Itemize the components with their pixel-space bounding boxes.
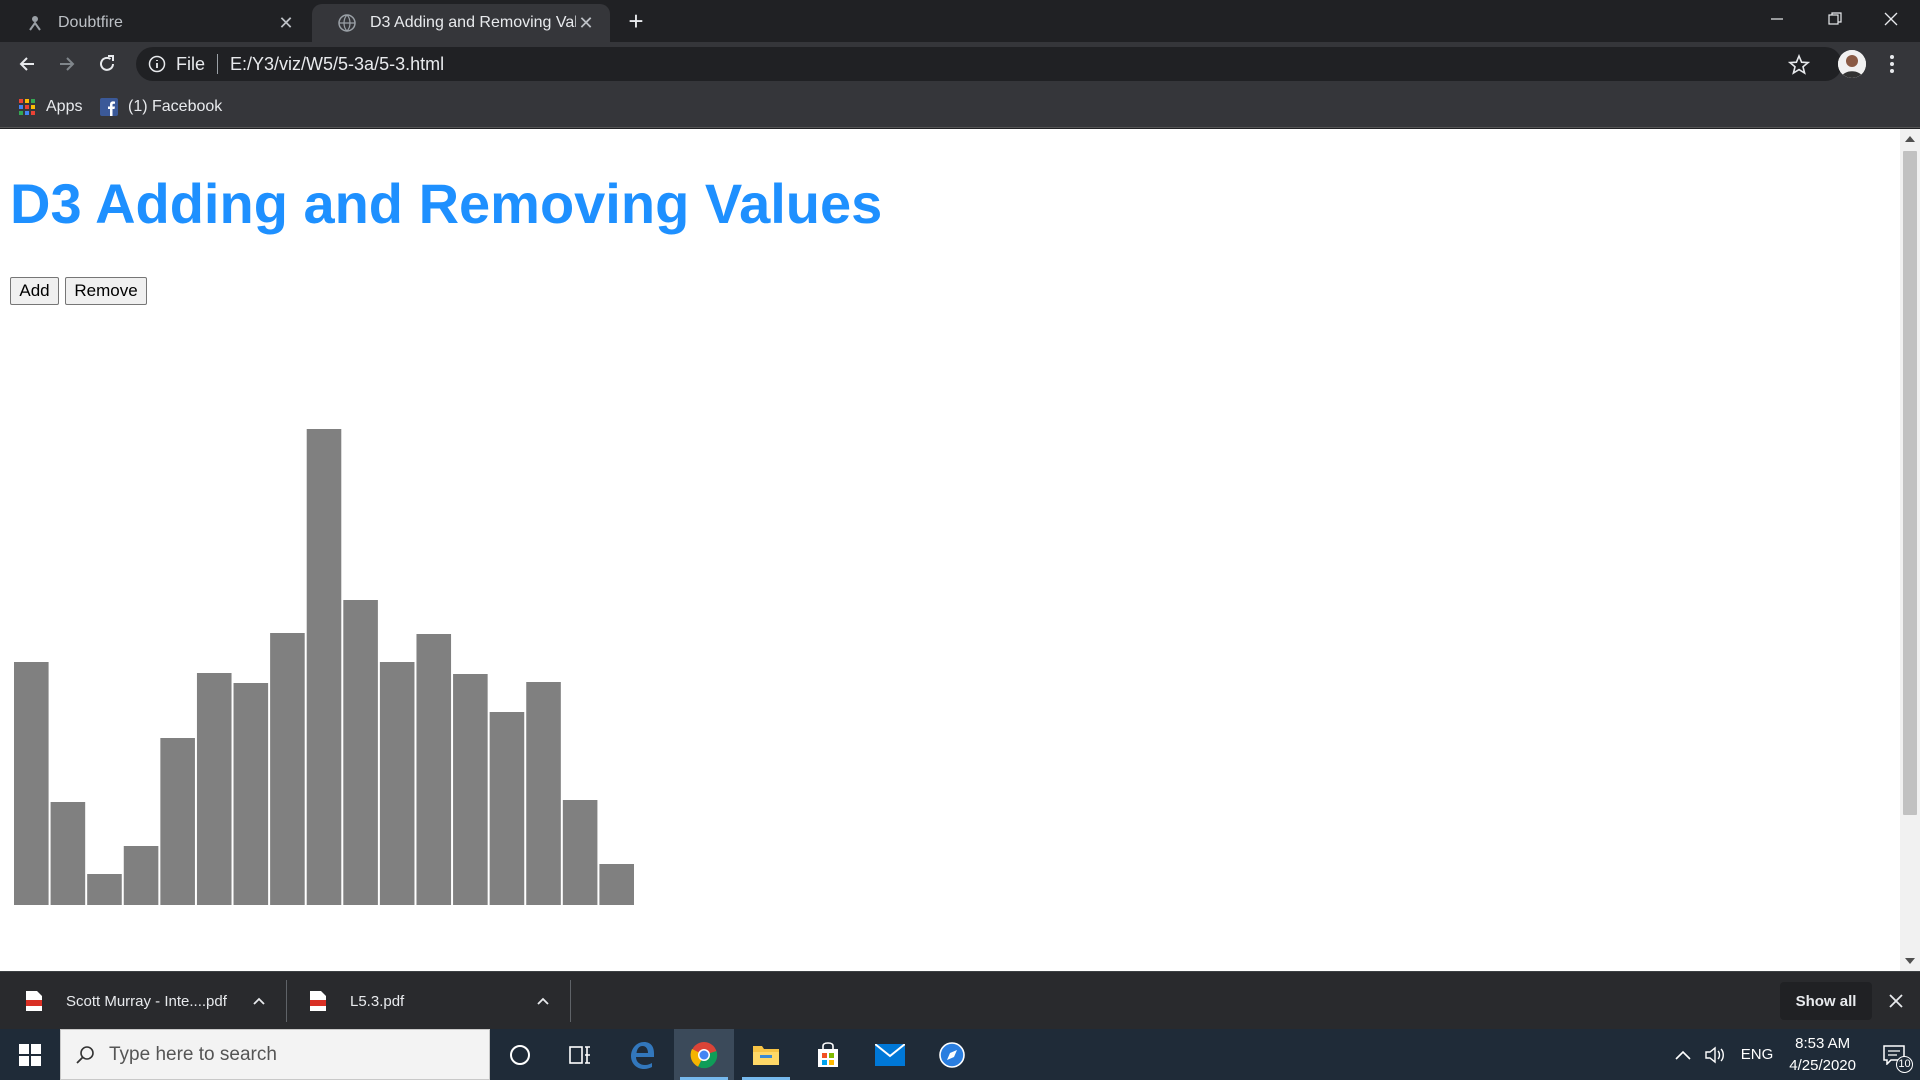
scroll-up-arrow-icon[interactable]	[1900, 129, 1920, 149]
chart-bar	[160, 738, 195, 905]
bookmark-label: Apps	[46, 98, 83, 115]
chart-bar	[379, 662, 415, 905]
chart-bar	[233, 683, 269, 905]
screen: Doubtfire ✕ D3 Adding and Removing Value…	[0, 0, 1920, 1080]
scrollbar-thumb[interactable]	[1903, 151, 1917, 815]
chart-bar	[196, 673, 232, 905]
facebook-icon	[100, 98, 118, 116]
browser-toolbar: File E:/Y3/viz/W5/5-3a/5-3.html	[0, 42, 1920, 86]
add-button[interactable]: Add	[10, 277, 59, 305]
tab-title: D3 Adding and Removing Values	[370, 14, 576, 31]
page-title: D3 Adding and Removing Values	[10, 172, 883, 235]
app-compass-icon[interactable]	[922, 1029, 982, 1080]
speaker-icon[interactable]	[1705, 1046, 1727, 1064]
chevron-up-icon[interactable]	[250, 992, 268, 1010]
new-tab-button[interactable]: +	[622, 8, 650, 36]
chart-bar	[270, 633, 305, 905]
chart-bar	[306, 429, 342, 905]
notification-count-badge: 10	[1896, 1056, 1913, 1073]
profile-avatar[interactable]	[1838, 50, 1866, 78]
restore-icon[interactable]	[1806, 0, 1864, 38]
url-scheme: File	[176, 53, 206, 74]
chart-bar	[599, 864, 634, 905]
forward-icon[interactable]	[51, 48, 83, 80]
minimize-icon[interactable]	[1748, 0, 1806, 38]
system-tray: ENG 8:53 AM 4/25/2020 10	[1675, 1029, 1920, 1080]
bookmark-apps[interactable]: Apps	[18, 94, 82, 120]
bookmark-facebook[interactable]: (1) Facebook	[100, 94, 222, 120]
downloads-shelf: Scott Murray - Inte....pdf L5.3.pdf Show…	[0, 971, 1920, 1029]
pdf-file-icon	[26, 991, 42, 1011]
clock-time: 8:53 AM	[1795, 1034, 1851, 1052]
chart-bar	[489, 712, 525, 905]
cortana-icon[interactable]	[490, 1029, 550, 1080]
chart-bar	[123, 846, 159, 905]
chrome-browser-icon[interactable]	[674, 1029, 734, 1080]
reload-icon[interactable]	[91, 48, 123, 80]
apps-grid-icon	[19, 99, 35, 115]
download-filename: Scott Murray - Inte....pdf	[66, 992, 227, 1010]
tab-doubtfire[interactable]: Doubtfire ✕	[0, 4, 310, 42]
notifications-icon[interactable]: 10	[1874, 1029, 1914, 1080]
address-bar[interactable]: File E:/Y3/viz/W5/5-3a/5-3.html	[136, 47, 1842, 81]
edge-browser-icon[interactable]	[612, 1029, 672, 1080]
search-icon	[76, 1045, 94, 1064]
download-item[interactable]: Scott Murray - Inte....pdf	[26, 972, 227, 1030]
mail-icon[interactable]	[860, 1029, 920, 1080]
taskbar-search-input[interactable]: Type here to search	[60, 1029, 490, 1080]
chart-bar	[562, 800, 598, 905]
tab-strip: Doubtfire ✕ D3 Adding and Removing Value…	[0, 0, 1920, 42]
divider	[570, 980, 571, 1022]
bar-chart	[14, 429, 634, 905]
chart-bar	[416, 634, 452, 905]
url-text[interactable]: E:/Y3/viz/W5/5-3a/5-3.html	[230, 54, 444, 75]
close-tab-icon[interactable]: ✕	[276, 13, 296, 33]
close-window-icon[interactable]	[1862, 0, 1920, 38]
tab-title: Doubtfire	[58, 14, 123, 31]
info-icon[interactable]	[148, 55, 166, 73]
store-icon[interactable]	[798, 1029, 858, 1080]
download-item[interactable]: L5.3.pdf	[310, 972, 404, 1030]
chart-bar	[343, 600, 378, 905]
doubtfire-favicon-icon	[26, 14, 44, 32]
scroll-down-arrow-icon[interactable]	[1900, 951, 1920, 971]
language-indicator[interactable]: ENG	[1741, 1046, 1774, 1063]
pdf-file-icon	[310, 991, 326, 1011]
bookmark-label: (1) Facebook	[128, 98, 223, 115]
chart-bar	[453, 674, 488, 905]
show-all-button[interactable]: Show all	[1780, 982, 1872, 1020]
file-explorer-icon[interactable]	[736, 1029, 796, 1080]
chevron-up-icon[interactable]	[1675, 1050, 1691, 1060]
more-menu-icon[interactable]	[1880, 52, 1904, 76]
page-viewport: D3 Adding and Removing Values Add Remove	[0, 129, 1900, 971]
vertical-scrollbar[interactable]	[1900, 129, 1920, 971]
remove-button[interactable]: Remove	[65, 277, 147, 305]
search-placeholder: Type here to search	[109, 1043, 277, 1065]
bookmark-star-icon[interactable]	[1787, 53, 1811, 76]
clock[interactable]: 8:53 AM 4/25/2020	[1789, 1033, 1856, 1077]
divider	[286, 980, 287, 1022]
chart-bar	[87, 874, 122, 905]
close-tab-icon[interactable]: ✕	[576, 13, 596, 33]
globe-icon	[338, 14, 356, 32]
clock-date: 4/25/2020	[1789, 1056, 1856, 1074]
chart-bar	[526, 682, 561, 905]
back-icon[interactable]	[11, 48, 43, 80]
windows-start-icon[interactable]	[0, 1029, 60, 1080]
url-separator	[217, 54, 219, 74]
close-shelf-icon[interactable]	[1886, 991, 1906, 1011]
bookmarks-bar: Apps (1) Facebook	[0, 86, 1920, 128]
chart-bar	[50, 802, 86, 905]
windows-taskbar: Type here to search ENG 8:53 AM 4/25/202…	[0, 1029, 1920, 1080]
tab-d3-adding-removing[interactable]: D3 Adding and Removing Values ✕	[312, 4, 610, 42]
chevron-up-icon[interactable]	[534, 992, 552, 1010]
chart-bar	[14, 662, 49, 905]
task-view-icon[interactable]	[550, 1029, 610, 1080]
download-filename: L5.3.pdf	[350, 992, 405, 1010]
